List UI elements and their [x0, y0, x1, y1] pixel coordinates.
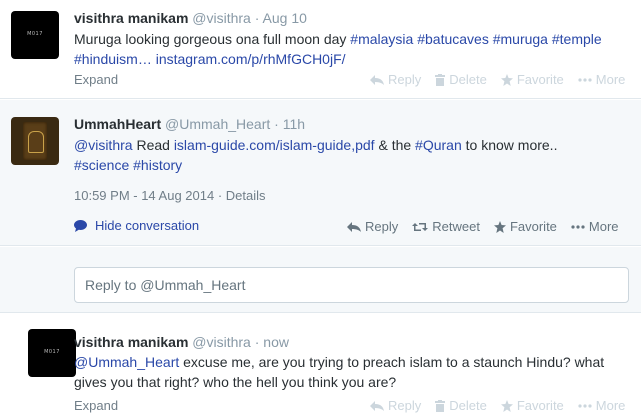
favorite-label: Favorite	[509, 219, 557, 234]
instagram-link[interactable]: instagram.com/p/rhMfGCH0jF/	[156, 51, 346, 67]
reply-action[interactable]: Reply	[370, 398, 421, 413]
user-handle[interactable]: @visithra	[192, 334, 251, 350]
separator-dot: ·	[254, 10, 260, 26]
avatar-text: M017	[44, 349, 60, 355]
speech-bubble-icon	[74, 219, 87, 232]
separator-dot: ·	[254, 334, 260, 350]
user-name[interactable]: visithra manikam	[74, 334, 188, 350]
favorite-action[interactable]: Favorite	[500, 398, 564, 413]
more-label: More	[588, 219, 619, 234]
trash-icon	[435, 73, 446, 86]
favorite-action[interactable]: Favorite	[493, 219, 557, 234]
delete-action[interactable]: Delete	[435, 398, 487, 413]
mention[interactable]: @visithra	[74, 137, 133, 153]
star-icon	[500, 399, 513, 412]
tweet-actions: Reply Delete Favorite More	[356, 398, 625, 413]
tweet-text: @visithra Read islam-guide.com/islam-gui…	[74, 135, 634, 175]
user-handle[interactable]: @Ummah_Heart	[165, 116, 270, 132]
tweet-visithra-2[interactable]: M017 visithra manikam @visithra · now @U…	[0, 314, 641, 419]
tweet-text-part: Muruga looking gorgeous ona full moon da…	[74, 31, 351, 47]
details-link[interactable]: Details	[226, 188, 266, 203]
favorite-label: Favorite	[516, 398, 564, 413]
tweet-header: visithra manikam @visithra · Aug 10	[74, 10, 307, 26]
tweet-ummahheart[interactable]: UmmahHeart @Ummah_Heart · 11h @visithra …	[0, 100, 641, 246]
mention[interactable]: @Ummah_Heart	[74, 354, 179, 370]
hashtags[interactable]: #malaysia #batucaves #muruga #temple	[350, 31, 601, 47]
separator-dot: ·	[274, 116, 279, 132]
timestamp-text: 10:59 PM - 14 Aug 2014	[74, 188, 215, 203]
retweet-icon	[412, 222, 429, 231]
reply-label: Reply	[365, 219, 399, 234]
favorite-label: Favorite	[516, 72, 564, 87]
tweet-time[interactable]: 11h	[283, 116, 305, 132]
tweet-text-part: gives you that right? who the hell you t…	[74, 374, 397, 390]
user-name[interactable]: visithra manikam	[74, 10, 188, 26]
islam-guide-link[interactable]: islam-guide.com/islam-guide,pdf	[174, 137, 375, 153]
reply-label: Reply	[388, 398, 422, 413]
tweet-visithra-1[interactable]: M017 visithra manikam @visithra · Aug 10…	[0, 0, 641, 99]
more-dots-icon	[578, 403, 592, 408]
user-name[interactable]: UmmahHeart	[74, 116, 161, 132]
book-cover-image	[23, 122, 47, 160]
tweet-text: @Ummah_Heart excuse me, are you trying t…	[74, 352, 634, 392]
more-label: More	[595, 72, 626, 87]
hide-conversation-label: Hide conversation	[95, 218, 200, 233]
more-action[interactable]: More	[578, 72, 626, 87]
tweet-timestamp: 10:59 PM - 14 Aug 2014 · Details	[74, 188, 266, 203]
tweet-time[interactable]: Aug 10	[263, 10, 307, 26]
hide-conversation-link[interactable]: Hide conversation	[74, 218, 199, 233]
favorite-action[interactable]: Favorite	[500, 72, 564, 87]
more-dots-icon	[578, 77, 592, 82]
retweet-label: Retweet	[432, 219, 480, 234]
more-action[interactable]: More	[578, 398, 626, 413]
tweet-header: UmmahHeart @Ummah_Heart · 11h	[74, 116, 305, 132]
tweet-header: visithra manikam @visithra · now	[74, 334, 289, 350]
star-icon	[500, 73, 513, 86]
separator-dot: ·	[217, 188, 226, 203]
tweet-text-part: to know more..	[461, 137, 558, 153]
tweet-text-part: excuse me, are you trying to preach isla…	[179, 354, 605, 370]
tweet-text: Muruga looking gorgeous ona full moon da…	[74, 29, 634, 69]
avatar-text: M017	[27, 31, 43, 37]
reply-icon	[370, 400, 384, 411]
reply-action[interactable]: Reply	[347, 219, 398, 234]
reply-icon	[347, 221, 361, 232]
retweet-action[interactable]: Retweet	[412, 219, 480, 234]
hashtag-hinduism[interactable]: #hinduism…	[74, 51, 156, 67]
user-handle[interactable]: @visithra	[192, 10, 251, 26]
reply-icon	[370, 74, 384, 85]
avatar[interactable]: M017	[11, 11, 59, 59]
expand-link[interactable]: Expand	[74, 72, 118, 87]
reply-label: Reply	[388, 72, 422, 87]
tweet-text-part: Read	[132, 137, 174, 153]
reply-box: Reply to @Ummah_Heart	[0, 247, 641, 313]
hashtag-quran[interactable]: #Quran	[415, 137, 462, 153]
avatar[interactable]: M017	[28, 329, 76, 377]
tweet-text-part: & the	[374, 137, 416, 153]
trash-icon	[435, 399, 446, 412]
delete-action[interactable]: Delete	[435, 72, 487, 87]
avatar[interactable]	[11, 117, 59, 165]
more-dots-icon	[571, 224, 585, 229]
tweet-time[interactable]: now	[263, 334, 289, 350]
reply-action[interactable]: Reply	[370, 72, 421, 87]
hashtags[interactable]: #science #history	[74, 157, 182, 173]
star-icon	[493, 220, 506, 233]
delete-label: Delete	[449, 72, 487, 87]
reply-input[interactable]: Reply to @Ummah_Heart	[74, 267, 629, 303]
more-label: More	[595, 398, 626, 413]
tweet-actions: Reply Retweet Favorite More	[333, 219, 619, 234]
expand-link[interactable]: Expand	[74, 398, 118, 413]
more-action[interactable]: More	[571, 219, 619, 234]
tweet-actions: Reply Delete Favorite More	[356, 72, 625, 87]
delete-label: Delete	[449, 398, 487, 413]
